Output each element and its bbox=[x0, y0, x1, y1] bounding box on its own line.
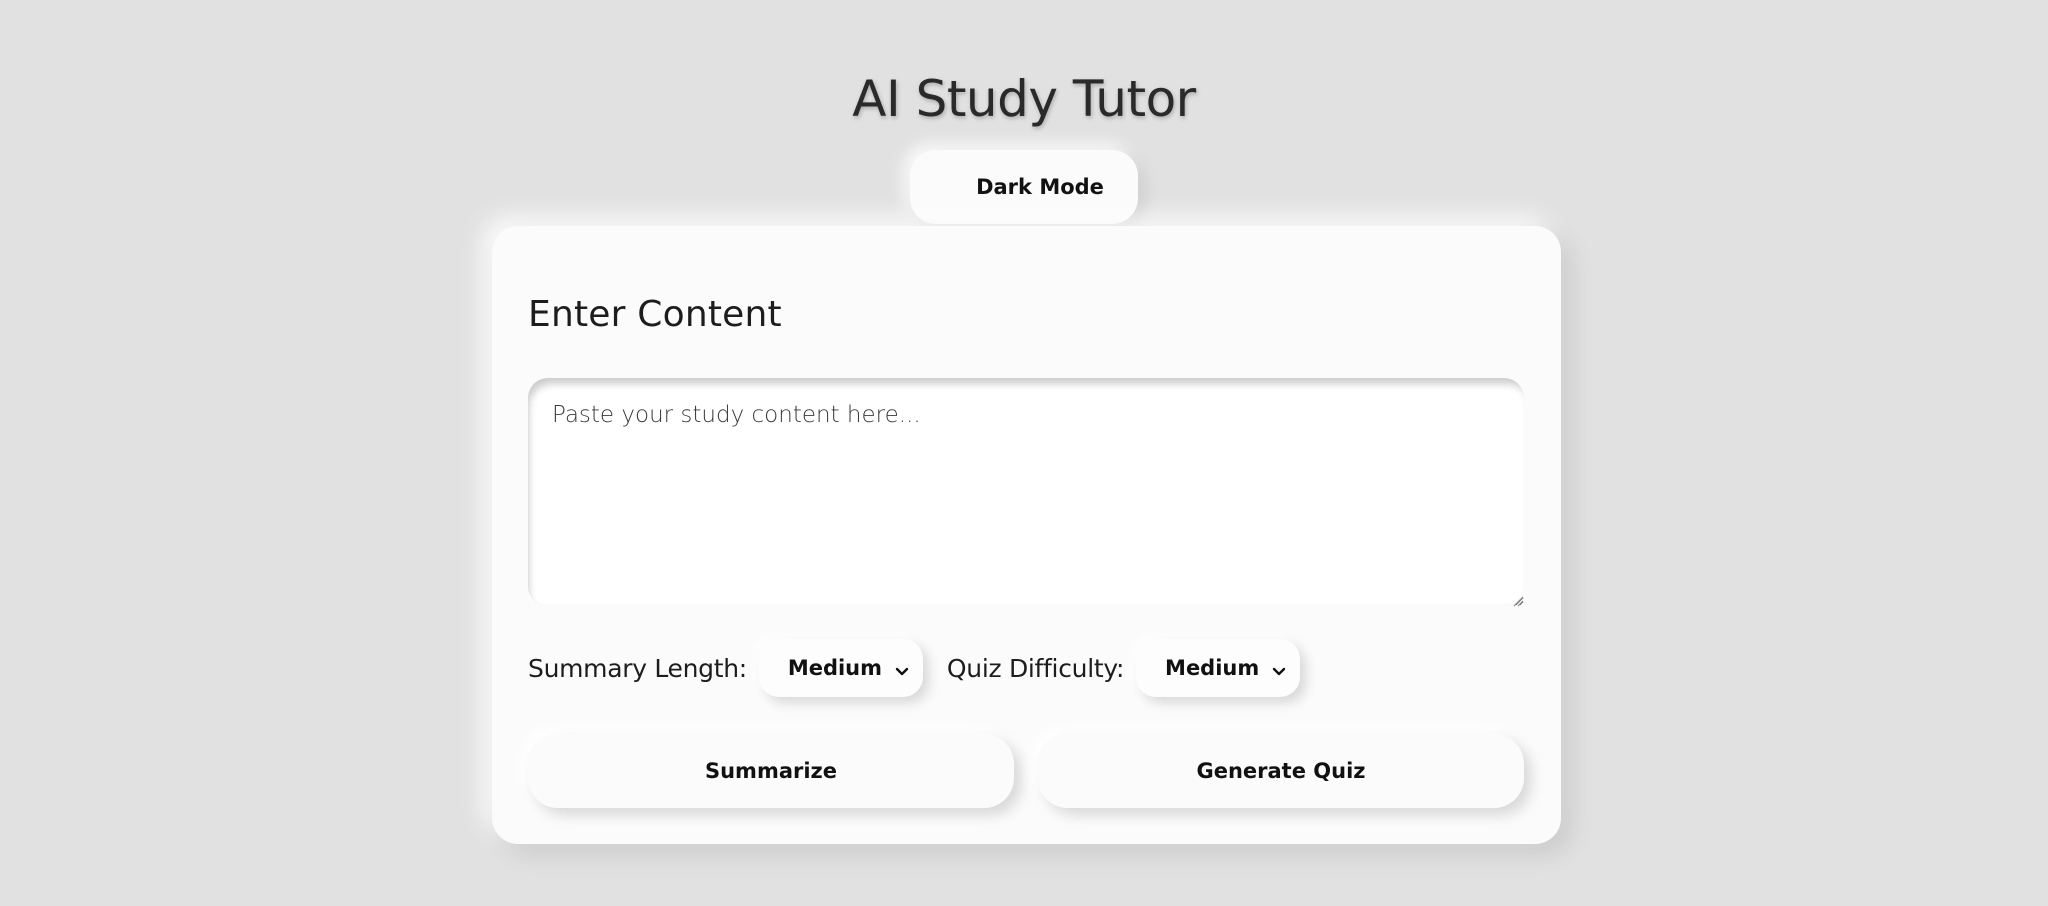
content-card: Enter Content Summary Length: Medium Qui… bbox=[492, 226, 1561, 844]
generate-quiz-button[interactable]: Generate Quiz bbox=[1038, 734, 1524, 808]
summary-length-select[interactable]: Medium bbox=[758, 639, 923, 697]
resize-grip-icon[interactable] bbox=[1512, 592, 1524, 607]
moon-icon bbox=[944, 176, 966, 198]
summary-length-value: Medium bbox=[787, 656, 883, 680]
summary-length-label: Summary Length: bbox=[528, 653, 747, 683]
summarize-button[interactable]: Summarize bbox=[528, 734, 1014, 808]
card-heading: Enter Content bbox=[528, 294, 782, 335]
quiz-difficulty-select[interactable]: Medium bbox=[1136, 639, 1301, 697]
dark-mode-label: Dark Mode bbox=[976, 175, 1104, 199]
page-title: AI Study Tutor bbox=[852, 69, 1196, 128]
chevron-down-icon bbox=[895, 662, 909, 676]
study-content-textarea[interactable] bbox=[528, 378, 1524, 606]
dark-mode-toggle[interactable]: Dark Mode bbox=[910, 150, 1138, 224]
quiz-difficulty-label: Quiz Difficulty: bbox=[946, 653, 1125, 683]
chevron-down-icon bbox=[1272, 662, 1286, 676]
quiz-difficulty-value: Medium bbox=[1165, 656, 1260, 680]
options-row: Summary Length: Medium Quiz Difficulty: … bbox=[528, 636, 1324, 700]
